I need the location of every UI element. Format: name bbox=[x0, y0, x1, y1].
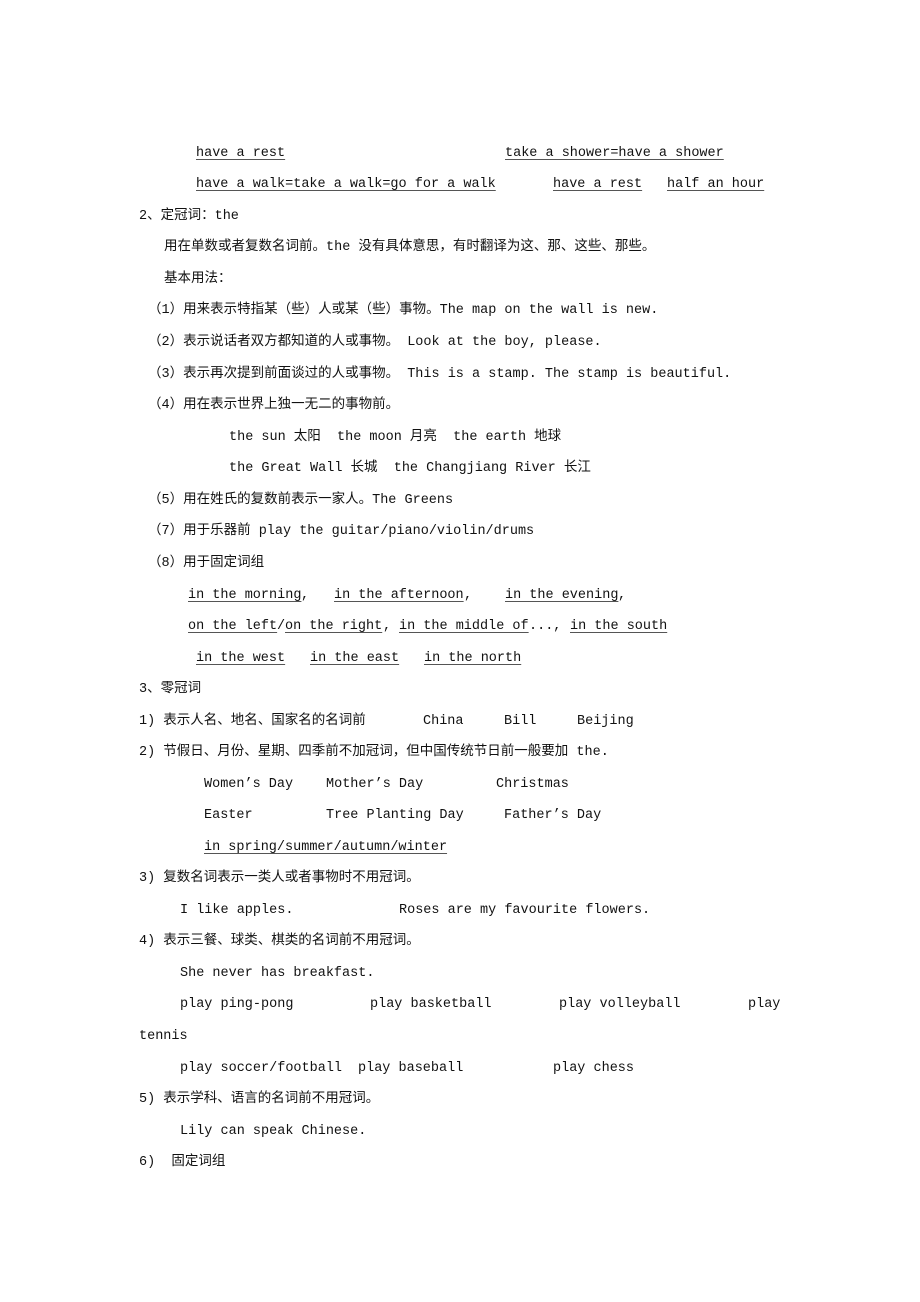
example: Christmas bbox=[496, 777, 569, 792]
example: Roses are my favourite flowers. bbox=[399, 903, 651, 918]
paragraph: 基本用法： bbox=[164, 272, 232, 287]
section-heading: 2、定冠词：the bbox=[139, 209, 239, 224]
phrase: have a rest bbox=[553, 177, 643, 192]
list-item: 2) 节假日、月份、星期、四季前不加冠词，但中国传统节日前一般要加 the. bbox=[139, 745, 609, 760]
punct: , bbox=[618, 588, 627, 603]
phrase: in the evening bbox=[505, 588, 619, 603]
punct: , bbox=[464, 588, 473, 603]
punct: / bbox=[277, 619, 286, 634]
example: Lily can speak Chinese. bbox=[180, 1124, 367, 1139]
phrase: in the middle of bbox=[399, 619, 529, 634]
punct: , bbox=[301, 588, 310, 603]
list-item: 1) 表示人名、地名、国家名的名词前 bbox=[139, 714, 366, 729]
list-item: （4）用在表示世界上独一无二的事物前。 bbox=[148, 398, 400, 413]
example: China bbox=[423, 714, 464, 729]
phrase: in the north bbox=[424, 651, 522, 666]
list-item: 4) 表示三餐、球类、棋类的名词前不用冠词。 bbox=[139, 934, 420, 949]
phrase: in the south bbox=[570, 619, 668, 634]
list-item: （8）用于固定词组 bbox=[148, 556, 265, 571]
example: play chess bbox=[553, 1061, 635, 1076]
example: tennis bbox=[139, 1029, 188, 1044]
list-item: （3）表示再次提到前面谈过的人或事物。 This is a stamp. The… bbox=[148, 367, 732, 382]
example: Mother’s Day bbox=[326, 777, 424, 792]
example: play volleyball bbox=[559, 997, 681, 1012]
example: the sun 太阳 the moon 月亮 the earth 地球 bbox=[229, 430, 562, 445]
phrase: take a shower=have a shower bbox=[505, 146, 724, 161]
punct: ..., bbox=[529, 619, 562, 634]
example: Women’s Day bbox=[204, 777, 294, 792]
list-item: 5) 表示学科、语言的名词前不用冠词。 bbox=[139, 1092, 380, 1107]
example: Beijing bbox=[577, 714, 634, 729]
list-item: （2）表示说话者双方都知道的人或事物。 Look at the boy, ple… bbox=[148, 335, 602, 350]
phrase: on the right bbox=[285, 619, 383, 634]
phrase: in the afternoon bbox=[334, 588, 464, 603]
example: play ping-pong bbox=[180, 997, 294, 1012]
example: Tree Planting Day bbox=[326, 808, 464, 823]
example: Father’s Day bbox=[504, 808, 602, 823]
paragraph: 用在单数或者复数名词前。the 没有具体意思，有时翻译为这、那、这些、那些。 bbox=[164, 240, 656, 255]
list-item: （7）用于乐器前 play the guitar/piano/violin/dr… bbox=[148, 524, 535, 539]
example: the Great Wall 长城 the Changjiang River 长… bbox=[229, 461, 591, 476]
example: play bbox=[748, 997, 781, 1012]
example: play basketball bbox=[370, 997, 492, 1012]
example: Bill bbox=[504, 714, 537, 729]
example: play baseball bbox=[358, 1061, 464, 1076]
phrase: on the left bbox=[188, 619, 278, 634]
list-item: （5）用在姓氏的复数前表示一家人。The Greens bbox=[148, 493, 454, 508]
phrase: in the morning bbox=[188, 588, 302, 603]
punct: , bbox=[383, 619, 392, 634]
example: She never has breakfast. bbox=[180, 966, 375, 981]
example: Easter bbox=[204, 808, 253, 823]
phrase: half an hour bbox=[667, 177, 765, 192]
phrase: in the west bbox=[196, 651, 286, 666]
phrase: in spring/summer/autumn/winter bbox=[204, 840, 448, 855]
section-heading: 3、零冠词 bbox=[139, 682, 202, 697]
example: I like apples. bbox=[180, 903, 294, 918]
list-item: （1）用来表示特指某（些）人或某（些）事物。The map on the wal… bbox=[148, 303, 659, 318]
list-item: 3) 复数名词表示一类人或者事物时不用冠词。 bbox=[139, 871, 420, 886]
phrase: have a walk=take a walk=go for a walk bbox=[196, 177, 496, 192]
phrase: in the east bbox=[310, 651, 400, 666]
phrase: have a rest bbox=[196, 146, 286, 161]
list-item: 6) 固定词组 bbox=[139, 1155, 226, 1170]
example: play soccer/football bbox=[180, 1061, 343, 1076]
